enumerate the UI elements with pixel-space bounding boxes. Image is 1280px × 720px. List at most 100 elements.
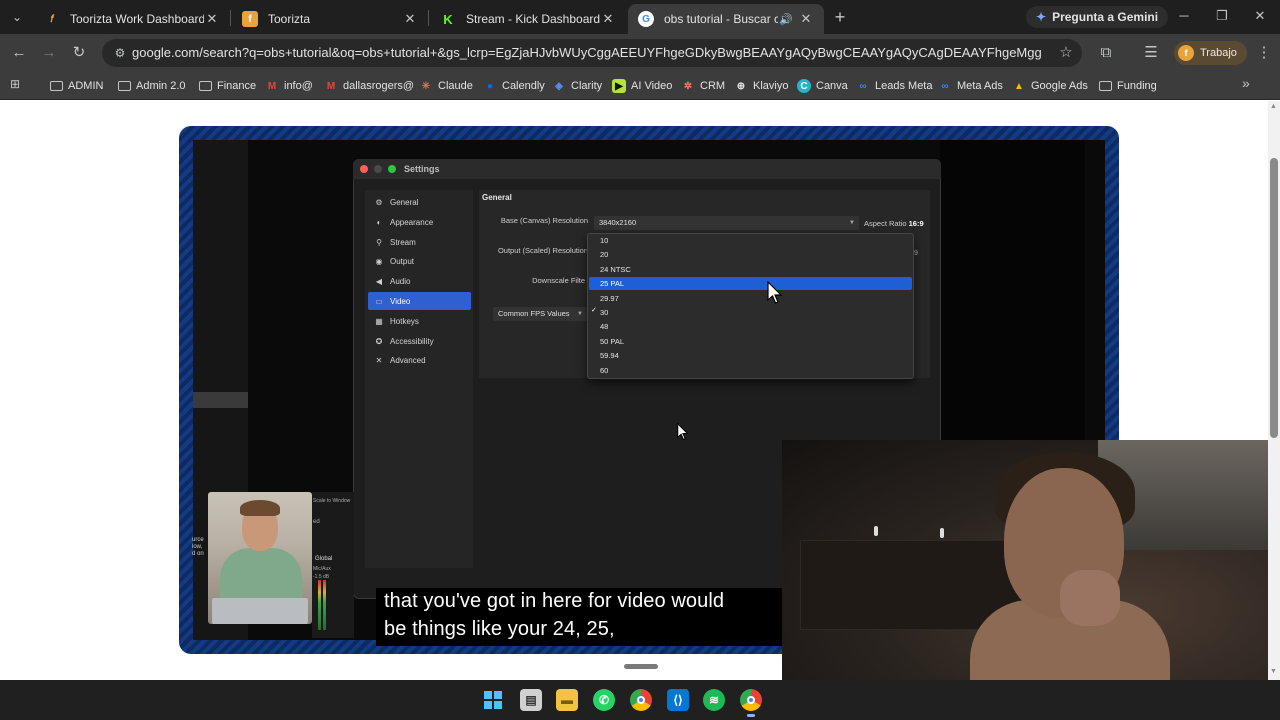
folder-icon xyxy=(118,81,131,91)
close-icon[interactable]: ✕ xyxy=(798,11,814,27)
gemini-sparkle-icon: ✦ xyxy=(1036,10,1047,24)
chrome-icon[interactable] xyxy=(630,689,652,711)
sidebar-label: Advanced xyxy=(390,355,426,365)
scroll-down-arrow-icon[interactable]: ▼ xyxy=(1270,668,1277,675)
bookmark-star-icon[interactable]: ☆ xyxy=(1056,43,1076,63)
folder-icon xyxy=(199,81,212,91)
audio-playing-icon[interactable]: 🔊 xyxy=(778,13,794,26)
extensions-icon[interactable]: ⧉ xyxy=(1096,43,1116,63)
bookmark-claude[interactable]: ✳ Claude xyxy=(419,77,473,95)
obs-sidebar-audio: ◀ Audio xyxy=(368,272,471,290)
bookmark-google-ads[interactable]: ▲ Google Ads xyxy=(1012,77,1088,95)
tab-obs-tutorial[interactable]: G obs tutorial - Buscar con Google 🔊 ✕ xyxy=(628,4,824,34)
ai-video-icon: ▶ xyxy=(612,79,626,93)
bookmark-meta-ads[interactable]: ∞ Meta Ads xyxy=(938,77,1003,95)
bookmark-crm[interactable]: ✲ CRM xyxy=(681,77,725,95)
fps-option-29-97: 29.97 xyxy=(600,294,619,303)
bookmark-finance[interactable]: Finance xyxy=(199,77,256,95)
active-app-indicator xyxy=(747,714,755,717)
fps-type-value: Common FPS Values xyxy=(498,309,570,318)
bookmark-admin-2[interactable]: Admin 2.0 xyxy=(118,77,186,95)
output-resolution-label: Output (Scaled) Resolution xyxy=(497,246,588,255)
bookmarks-overflow-icon[interactable]: » xyxy=(1242,75,1250,91)
chrome-profile-icon[interactable] xyxy=(740,689,762,711)
close-icon[interactable]: ✕ xyxy=(402,11,418,27)
window-close-icon[interactable]: ✕ xyxy=(1250,8,1270,24)
bookmark-label: Meta Ads xyxy=(957,80,1003,92)
bookmark-label: dallasrogers@ xyxy=(343,80,415,92)
tab-toorizta-dashboard[interactable]: 𝑓 Toorizta Work Dashboard ✕ xyxy=(34,4,230,34)
bookmark-label: info@ xyxy=(284,80,313,92)
obs-sidebar-hotkeys: ▦ Hotkeys xyxy=(368,312,471,330)
ask-gemini-button[interactable]: ✦ Pregunta a Gemini xyxy=(1026,6,1169,28)
sidebar-label: Video xyxy=(390,296,411,306)
spotify-icon[interactable]: ≋ xyxy=(703,689,725,711)
scrollbar-thumb[interactable] xyxy=(1270,158,1278,438)
meta-icon: ∞ xyxy=(859,80,867,92)
close-icon[interactable]: ✕ xyxy=(204,11,220,27)
obs-sidebar-advanced: ✕ Advanced xyxy=(368,351,471,369)
tab-toorizta[interactable]: f Toorizta ✕ xyxy=(232,4,428,34)
bookmark-label: Clarity xyxy=(571,80,603,92)
bookmark-label: Finance xyxy=(217,80,257,92)
apps-grid-icon[interactable]: ⊞ xyxy=(10,77,24,91)
webcam-light xyxy=(874,526,878,536)
sidebar-label: Stream xyxy=(390,237,416,247)
gmail-icon: M xyxy=(267,80,277,92)
mixer-db-label: -1.5 dB xyxy=(313,574,330,580)
vscode-icon[interactable]: ⟨⟩ xyxy=(667,689,689,711)
back-arrow-icon[interactable]: ← xyxy=(9,43,29,63)
bookmark-ai-video[interactable]: ▶ AI Video xyxy=(612,77,672,95)
base-resolution-select: 3840x2160 ▼ xyxy=(594,216,859,230)
profile-button[interactable]: f Trabajo xyxy=(1174,41,1247,65)
tab-separator xyxy=(428,10,429,26)
whatsapp-icon[interactable]: ✆ xyxy=(593,689,615,711)
windows-start-icon[interactable] xyxy=(482,689,504,711)
bookmark-leads-meta[interactable]: ∞ Leads Meta xyxy=(856,77,932,95)
obs-sidebar-general: ⚙ General xyxy=(368,193,471,211)
display-icon: ▭ xyxy=(375,296,383,306)
bookmark-label: AI Video xyxy=(631,80,673,92)
bookmark-dallasrogers[interactable]: Mdallasrogers@ xyxy=(324,77,414,95)
forward-arrow-icon[interactable]: → xyxy=(39,43,59,63)
monitor-icon: ◉ xyxy=(375,256,383,266)
bookmark-klaviyo[interactable]: ⊕ Klaviyo xyxy=(734,77,789,95)
google-ads-icon: ▲ xyxy=(1014,80,1024,92)
new-tab-button[interactable]: + xyxy=(830,7,850,27)
sidebar-label: Audio xyxy=(390,276,411,286)
minimize-icon[interactable]: ─ xyxy=(1174,8,1194,23)
fps-option-24-ntsc: 24 NTSC xyxy=(600,265,631,274)
reload-icon[interactable]: ↻ xyxy=(69,43,89,63)
bookmark-info[interactable]: Minfo@ xyxy=(265,77,313,95)
bookmark-clarity[interactable]: ◈ Clarity xyxy=(552,77,602,95)
obs-left-highlight xyxy=(193,392,248,408)
tab-kick-dashboard[interactable]: K Stream - Kick Dashboard ✕ xyxy=(430,4,626,34)
restore-icon[interactable]: ❐ xyxy=(1212,8,1232,24)
webcam-person-hand xyxy=(1060,570,1120,626)
obs-left-snippet: urce low, d on xyxy=(192,537,204,558)
task-view-icon[interactable]: ▤ xyxy=(520,689,542,711)
bookmark-label: Claude xyxy=(438,80,473,92)
audio-meter xyxy=(323,580,326,630)
downscale-filter-label: Downscale Filte xyxy=(532,276,585,285)
file-explorer-icon[interactable]: ▬ xyxy=(556,689,578,711)
video-scrub-handle[interactable] xyxy=(624,664,658,669)
reading-list-icon[interactable]: ☰ xyxy=(1141,43,1161,63)
fps-option-50-pal: 50 PAL xyxy=(600,337,625,346)
bookmark-canva[interactable]: C Canva xyxy=(797,77,848,95)
close-icon[interactable]: ✕ xyxy=(600,11,616,27)
fps-option-48: 48 xyxy=(600,322,609,331)
bookmark-admin[interactable]: ADMIN xyxy=(50,77,103,95)
url-text[interactable]: google.com/search?q=obs+tutorial&oq=obs+… xyxy=(132,45,1042,60)
folder-icon xyxy=(50,81,63,91)
mixer-mic-label: Mic/Aux xyxy=(313,566,331,572)
keyboard-icon: ▦ xyxy=(375,316,383,326)
menu-dots-icon[interactable]: ⋮ xyxy=(1254,43,1274,63)
folder-icon xyxy=(1099,81,1112,91)
bookmark-funding[interactable]: Funding xyxy=(1099,77,1157,95)
scroll-up-arrow-icon[interactable]: ▲ xyxy=(1270,103,1277,110)
bookmark-calendly[interactable]: ● Calendly xyxy=(483,77,545,95)
site-info-icon[interactable]: ⚙ xyxy=(110,43,130,63)
clarity-icon: ◈ xyxy=(555,80,563,92)
tab-search-chevron-icon[interactable]: ⌄ xyxy=(6,6,28,28)
